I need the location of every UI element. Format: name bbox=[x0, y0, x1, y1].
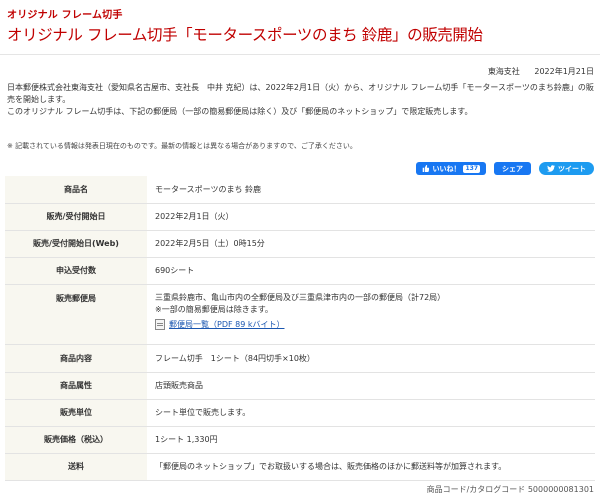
row-value: 2022年2月1日（火） bbox=[147, 203, 595, 231]
table-row: 送料 「郵便局のネットショップ」でお取扱いする場合は、販売価格のほかに郵送料等が… bbox=[5, 453, 595, 481]
row-label: 販売/受付開始日 bbox=[5, 203, 147, 231]
row-value: 690シート bbox=[147, 257, 595, 285]
table-row: 販売/受付開始日(Web) 2022年2月5日（土）0時15分 bbox=[5, 230, 595, 258]
table-row: 販売郵便局 三重県鈴鹿市、亀山市内の全郵便局及び三重県津市内の一部の郵便局（計7… bbox=[5, 284, 595, 345]
tweet-label: ツイート bbox=[558, 164, 586, 173]
disclaimer-note: ※ 記載されている情報は発表日現在のものです。最新の情報とは異なる場合があります… bbox=[7, 142, 357, 150]
row-subnote: ※一部の簡易郵便局は除きます。 bbox=[155, 304, 273, 314]
thumbs-up-icon bbox=[423, 165, 430, 172]
bird-icon bbox=[547, 165, 555, 172]
share-label: シェア bbox=[502, 164, 523, 173]
table-row: 販売/受付開始日 2022年2月1日（火） bbox=[5, 203, 595, 231]
social-buttons: いいね！ 137 シェア ツイート bbox=[416, 162, 594, 175]
product-info-table: 商品名 モータースポーツのまち 鈴鹿 販売/受付開始日 2022年2月1日（火）… bbox=[5, 176, 595, 481]
table-row: 販売価格（税込） 1シート 1,330円 bbox=[5, 426, 595, 454]
intro-line-2: このオリジナル フレーム切手は、下記の郵便局（一部の簡易郵便局は除く）及び「郵便… bbox=[7, 107, 473, 116]
row-label: 商品属性 bbox=[5, 372, 147, 400]
like-label: いいね！ bbox=[432, 164, 461, 173]
meta-info: 東海支社 2022年1月21日 bbox=[488, 66, 594, 77]
title-divider bbox=[0, 54, 600, 55]
row-label: 販売価格（税込） bbox=[5, 426, 147, 454]
category-label: オリジナル フレーム切手 bbox=[7, 10, 123, 21]
row-value: モータースポーツのまち 鈴鹿 bbox=[147, 176, 595, 204]
intro-text: 日本郵便株式会社東海支社（愛知県名古屋市、支社長 中井 克紀）は、2022年2月… bbox=[7, 82, 594, 118]
row-value: 店頭販売商品 bbox=[147, 372, 595, 400]
row-value: 「郵便局のネットショップ」でお取扱いする場合は、販売価格のほかに郵送料等が加算さ… bbox=[147, 453, 595, 481]
publish-date: 2022年1月21日 bbox=[534, 67, 594, 76]
post-office-list-link[interactable]: 郵便局一覧（PDF 89 kバイト） bbox=[169, 319, 284, 331]
product-code: 商品コード/カタログコード 5000000081301 bbox=[426, 485, 594, 494]
table-row: 商品名 モータースポーツのまち 鈴鹿 bbox=[5, 176, 595, 204]
row-label: 送料 bbox=[5, 453, 147, 481]
row-value-cell: 三重県鈴鹿市、亀山市内の全郵便局及び三重県津市内の一部の郵便局（計72局） ※一… bbox=[147, 284, 595, 345]
table-row: 商品属性 店頭販売商品 bbox=[5, 372, 595, 400]
row-label: 商品内容 bbox=[5, 344, 147, 373]
tweet-button[interactable]: ツイート bbox=[539, 162, 594, 175]
row-value: 1シート 1,330円 bbox=[147, 426, 595, 454]
row-value: 2022年2月5日（土）0時15分 bbox=[147, 230, 595, 258]
pdf-link-row: 郵便局一覧（PDF 89 kバイト） bbox=[155, 319, 594, 331]
branch-name: 東海支社 bbox=[487, 67, 520, 76]
row-label: 販売郵便局 bbox=[5, 284, 147, 345]
facebook-like-button[interactable]: いいね！ 137 bbox=[416, 162, 486, 175]
row-label: 販売単位 bbox=[5, 399, 147, 427]
row-label: 申込受付数 bbox=[5, 257, 147, 285]
table-row: 申込受付数 690シート bbox=[5, 257, 595, 285]
like-count: 137 bbox=[463, 164, 480, 173]
row-value: フレーム切手 1シート（84円切手×10枚） bbox=[147, 344, 595, 373]
facebook-share-button[interactable]: シェア bbox=[494, 162, 531, 175]
pdf-document-icon bbox=[155, 319, 165, 330]
table-row: 商品内容 フレーム切手 1シート（84円切手×10枚） bbox=[5, 344, 595, 373]
row-value: シート単位で販売します。 bbox=[147, 399, 595, 427]
page-title: オリジナル フレーム切手「モータースポーツのまち 鈴鹿」の販売開始 bbox=[7, 26, 483, 44]
row-label: 販売/受付開始日(Web) bbox=[5, 230, 147, 258]
table-row: 販売単位 シート単位で販売します。 bbox=[5, 399, 595, 427]
row-label: 商品名 bbox=[5, 176, 147, 204]
row-value: 三重県鈴鹿市、亀山市内の全郵便局及び三重県津市内の一部の郵便局（計72局） bbox=[155, 292, 446, 302]
intro-line-1: 日本郵便株式会社東海支社（愛知県名古屋市、支社長 中井 克紀）は、2022年2月… bbox=[7, 83, 594, 104]
